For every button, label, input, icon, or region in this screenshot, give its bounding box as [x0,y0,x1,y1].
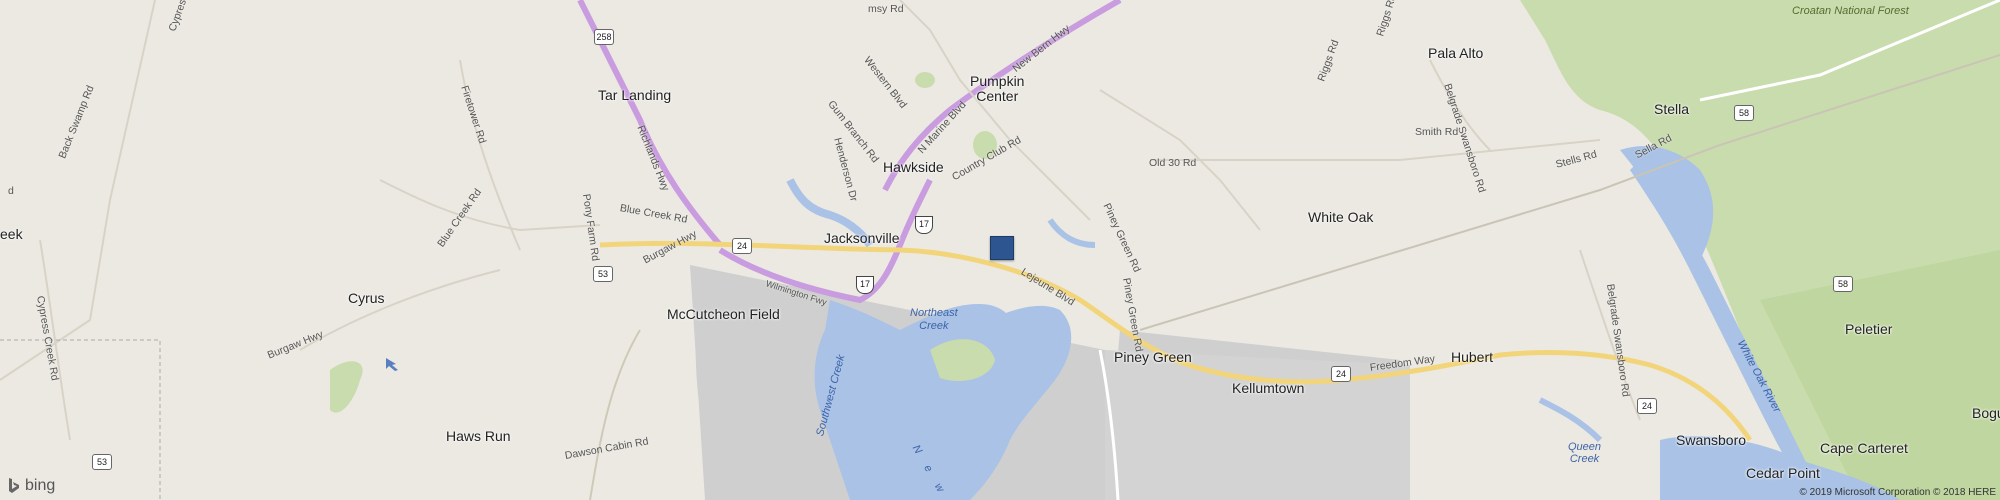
place-tar-landing: Tar Landing [598,87,672,103]
label-northeast-creek: Northeast Creek [910,307,958,332]
copyright-notice: © 2019 Microsoft Corporation © 2018 HERE [1799,487,1997,498]
shield-58a: 58 [1734,105,1754,121]
place-hubert: Hubert [1451,349,1494,365]
place-swansboro: Swansboro [1676,432,1747,448]
shield-53a: 53 [593,266,613,282]
shield-17b: 17 [856,276,874,294]
place-pumpkin-center: Pumpkin Center [970,73,1025,104]
road-old-30: Old 30 Rd [1149,157,1197,169]
shield-258: 258 [594,29,614,45]
bing-b-icon [9,478,19,493]
road-smith: Smith Rd [1415,126,1459,138]
place-leek: eek [0,226,23,242]
shield-53b: 53 [92,454,112,470]
shield-24b: 24 [1331,366,1351,382]
location-pin[interactable] [990,236,1014,260]
shield-24c: 24 [1637,398,1657,414]
bing-logo-text: bing [25,477,56,494]
place-pala-alto: Pala Alto [1428,45,1484,61]
place-jacksonville: Jacksonville [824,230,900,246]
road-left: d [8,185,14,197]
place-kellumtown: Kellumtown [1232,380,1305,396]
shield-58b: 58 [1833,276,1853,292]
place-cape-carteret: Cape Carteret [1820,440,1908,456]
road-top: msy Rd [868,3,904,15]
label-queen-creek: Queen Creek [1568,441,1602,465]
place-stella: Stella [1654,101,1690,117]
place-cyrus: Cyrus [348,290,385,306]
place-haws-run: Haws Run [446,428,511,444]
place-peletier: Peletier [1845,321,1893,337]
place-white-oak: White Oak [1308,209,1374,225]
label-croatan-forest: Croatan National Forest [1792,5,1909,17]
bing-logo[interactable]: bing [8,477,55,495]
place-piney-green: Piney Green [1114,349,1192,365]
place-hawkside: Hawkside [883,159,944,175]
place-mccutcheon-field: McCutcheon Field [667,306,780,322]
place-bogue: Bogu [1972,405,2000,421]
place-cedar-point: Cedar Point [1746,465,1820,481]
shield-17a: 17 [915,216,933,234]
shield-24a: 24 [732,238,752,254]
